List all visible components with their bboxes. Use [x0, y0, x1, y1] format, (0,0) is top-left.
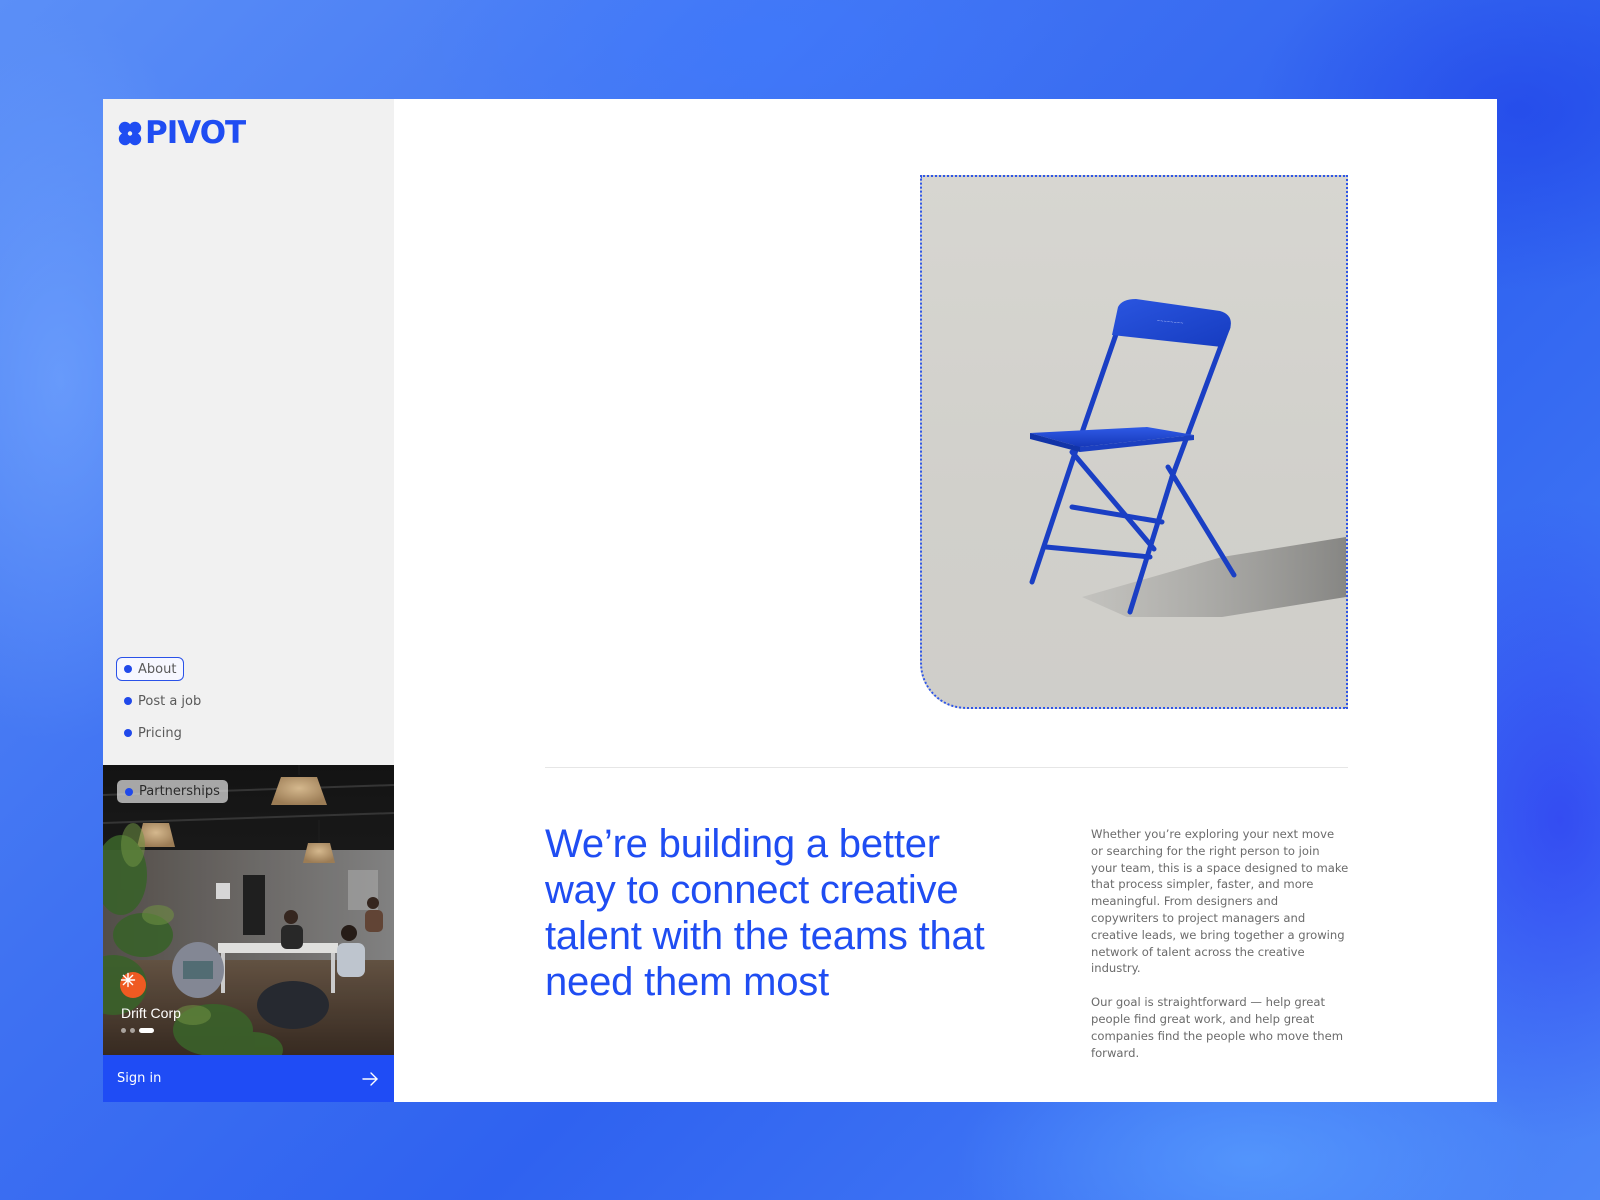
section-divider — [545, 767, 1348, 768]
bullet-icon — [125, 787, 133, 796]
nav-item-label: Post a job — [138, 693, 202, 709]
description-paragraph: Whether you’re exploring your next move … — [1091, 827, 1349, 976]
clover-icon — [118, 121, 142, 145]
arrow-right-icon — [362, 1071, 378, 1086]
bullet-icon — [124, 665, 132, 673]
app-window: PIVOT About Post a job Pricing Partnersh… — [103, 99, 1497, 1102]
nav-item-post-a-job[interactable]: Post a job — [116, 689, 209, 713]
hero-description: Whether you’re exploring your next move … — [1091, 826, 1349, 1061]
sidebar: PIVOT About Post a job Pricing Partnersh… — [103, 99, 394, 1102]
nav-item-label: About — [138, 661, 177, 677]
brand-name: PIVOT — [145, 115, 246, 151]
bullet-icon — [124, 697, 132, 705]
sunburst-icon — [120, 972, 136, 988]
pager-dot[interactable] — [121, 1028, 126, 1033]
nav-item-pricing[interactable]: Pricing — [116, 721, 190, 745]
nav-item-about[interactable]: About — [116, 657, 185, 681]
description-paragraph: Our goal is straightforward — help great… — [1091, 995, 1344, 1060]
pager-dot-active[interactable] — [139, 1028, 154, 1033]
partnerships-chip[interactable]: Partnerships — [117, 780, 228, 803]
chair-icon: ~~~~~~~~ — [1029, 299, 1346, 617]
carousel-pager — [121, 1028, 154, 1033]
chip-label: Partnerships — [139, 784, 220, 799]
featured-company-card[interactable]: Partnerships Drift Corp — [103, 765, 394, 1055]
sign-in-button[interactable]: Sign in — [103, 1055, 394, 1102]
brand-logo[interactable]: PIVOT — [117, 115, 246, 151]
nav-item-label: Pricing — [138, 725, 182, 741]
main-nav: About Post a job Pricing — [116, 657, 209, 745]
hero-headline: We’re building a better way to connect c… — [545, 822, 985, 1004]
company-name: Drift Corp — [121, 1005, 181, 1021]
company-logo — [120, 972, 146, 998]
pager-dot[interactable] — [130, 1028, 135, 1033]
sign-in-label: Sign in — [117, 1071, 162, 1086]
hero-image: ~~~~~~~~ — [920, 175, 1348, 709]
bullet-icon — [124, 729, 132, 737]
main-content: ~~~~~~~~ We’re building a better way to … — [394, 99, 1497, 1102]
